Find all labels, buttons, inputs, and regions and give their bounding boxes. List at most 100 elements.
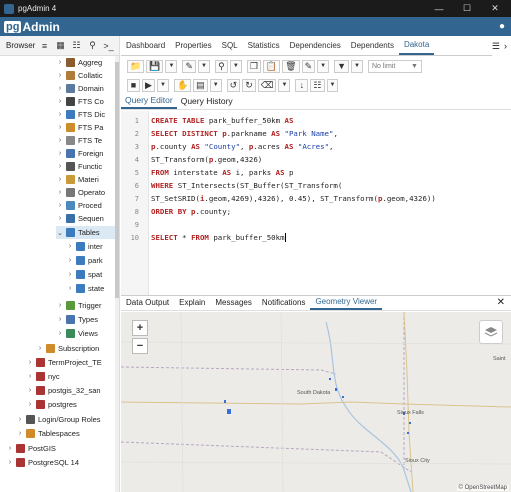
chevron-right-icon[interactable]: › — [56, 163, 64, 170]
browser-tab-label[interactable]: Browser — [0, 41, 38, 50]
geometry-map[interactable]: + − South Dakota Sioux Falls Sioux City … — [121, 312, 511, 492]
explain-analyze-icon[interactable]: ▤ — [193, 78, 208, 92]
tree-node[interactable]: › Proced — [56, 199, 102, 212]
tab-data-output[interactable]: Data Output — [121, 295, 174, 310]
chevron-right-icon[interactable]: › — [56, 137, 64, 144]
tab-statistics[interactable]: Statistics — [243, 35, 285, 55]
chevron-right-icon[interactable]: › — [56, 215, 64, 222]
tab-dependents[interactable]: Dependents — [346, 35, 399, 55]
chevron-right-icon[interactable]: › — [56, 59, 64, 66]
chevron-down-icon[interactable]: ⌄ — [56, 229, 64, 237]
clear-dropdown-icon[interactable]: ▼ — [278, 78, 291, 92]
close-icon[interactable]: ✕ — [497, 297, 505, 308]
save-icon[interactable]: 💾 — [146, 59, 164, 73]
chevron-right-icon[interactable]: › — [26, 401, 34, 408]
commit-icon[interactable]: ↺ — [226, 78, 241, 92]
paste-icon[interactable]: 📋 — [262, 59, 281, 73]
tree-node[interactable]: › postgres — [26, 398, 77, 411]
tree-node[interactable]: › FTS Pa — [56, 121, 103, 134]
tab-properties[interactable]: Properties — [170, 35, 216, 55]
chevron-right-icon[interactable]: › — [56, 85, 64, 92]
save-dropdown-icon[interactable]: ▼ — [165, 59, 178, 73]
chevron-right-icon[interactable]: › — [56, 72, 64, 79]
tree-node[interactable]: › state — [66, 282, 104, 295]
park-geometry[interactable] — [224, 400, 226, 403]
tree-node[interactable]: › PostGIS — [6, 442, 56, 455]
park-geometry[interactable] — [335, 388, 337, 391]
filter-icon[interactable]: ▼ — [334, 59, 349, 73]
chevron-right-icon[interactable]: › — [26, 373, 34, 380]
table-view-icon[interactable]: ▦ — [54, 39, 67, 52]
tree-node[interactable]: › nyc — [26, 370, 60, 383]
chevron-right-icon[interactable]: › — [56, 189, 64, 196]
edit-dropdown-icon[interactable]: ▼ — [197, 59, 210, 73]
user-menu-icon[interactable]: ● — [499, 21, 505, 32]
tree-scrollbar-thumb[interactable] — [115, 62, 119, 298]
search-icon[interactable]: ⚲ — [86, 39, 99, 52]
tree-node[interactable]: › Subscription — [36, 342, 99, 355]
row-limit-select[interactable]: No limit ▼ — [367, 59, 422, 73]
tree-node[interactable]: › FTS Te — [56, 134, 102, 147]
tabs-menu-icon[interactable]: ☰ — [492, 41, 500, 52]
tab-query-editor[interactable]: Query Editor — [121, 93, 177, 109]
chevron-right-icon[interactable]: › — [16, 430, 24, 437]
tabs-scroll-right-icon[interactable]: › — [504, 41, 507, 51]
chevron-right-icon[interactable]: › — [36, 345, 44, 352]
tab-geometry-viewer[interactable]: Geometry Viewer — [310, 295, 383, 310]
park-geometry[interactable] — [227, 409, 231, 414]
tab-messages[interactable]: Messages — [210, 295, 256, 310]
chevron-right-icon[interactable]: › — [56, 176, 64, 183]
clear-icon[interactable]: ⌫ — [257, 78, 277, 92]
edit-rows-dropdown-icon[interactable]: ▼ — [317, 59, 330, 73]
tree-node[interactable]: › Views — [56, 327, 98, 340]
tree-node[interactable]: › TermProject_TE — [26, 356, 102, 369]
tree-node[interactable]: › Collatic — [56, 69, 103, 82]
tree-node[interactable]: › Sequen — [56, 212, 104, 225]
zoom-out-button[interactable]: − — [132, 338, 148, 354]
grid-icon[interactable]: ☷ — [70, 39, 83, 52]
tab-dependencies[interactable]: Dependencies — [285, 35, 346, 55]
close-window-button[interactable]: ✕ — [481, 0, 509, 17]
tab-query-history[interactable]: Query History — [177, 93, 237, 109]
chevron-right-icon[interactable]: › — [56, 302, 64, 309]
chevron-right-icon[interactable]: › — [26, 359, 34, 366]
sql-editor[interactable]: 1 CREATE TABLE park_buffer_50km AS 2 SEL… — [121, 111, 511, 295]
find-icon[interactable]: ⚲ — [214, 59, 228, 73]
chevron-right-icon[interactable]: › — [56, 330, 64, 337]
chevron-right-icon[interactable]: › — [6, 459, 14, 466]
chevron-right-icon[interactable]: › — [16, 416, 24, 423]
tree-node[interactable]: ⌄ Tables — [56, 226, 118, 239]
explain-icon[interactable]: ✋ — [173, 78, 192, 92]
chevron-right-icon[interactable]: › — [56, 124, 64, 131]
chevron-right-icon[interactable]: › — [66, 271, 74, 278]
explain-dropdown-icon[interactable]: ▼ — [209, 78, 222, 92]
maximize-button[interactable]: ☐ — [453, 0, 481, 17]
chevron-right-icon[interactable]: › — [6, 445, 14, 452]
open-file-icon[interactable]: 📁 — [127, 59, 145, 73]
park-geometry[interactable] — [329, 378, 331, 380]
tree-node[interactable]: › Functic — [56, 160, 102, 173]
chevron-right-icon[interactable]: › — [66, 285, 74, 292]
layers-icon[interactable] — [479, 320, 503, 344]
park-geometry[interactable] — [342, 396, 344, 398]
rollback-icon[interactable]: ↻ — [242, 78, 256, 92]
map-attribution[interactable]: © OpenStreetMap — [456, 485, 509, 491]
chevron-right-icon[interactable]: › — [56, 316, 64, 323]
tab-sql[interactable]: SQL — [217, 35, 243, 55]
chevron-right-icon[interactable]: › — [66, 243, 74, 250]
chevron-right-icon[interactable]: › — [56, 111, 64, 118]
tree-node[interactable]: › postgis_32_san — [26, 384, 101, 397]
park-geometry[interactable] — [407, 432, 409, 434]
chevron-right-icon[interactable]: › — [56, 150, 64, 157]
tab-dakota[interactable]: Dakota — [398, 35, 435, 55]
tree-scrollbar[interactable] — [115, 56, 119, 492]
tree-node[interactable]: › spat — [66, 268, 102, 281]
tree-node[interactable]: › PostgreSQL 14 — [6, 456, 79, 469]
filter-dropdown-icon[interactable]: ▼ — [351, 59, 363, 73]
terminal-icon[interactable]: >_ — [102, 39, 115, 52]
zoom-in-button[interactable]: + — [132, 320, 148, 336]
tree-node[interactable]: › FTS Dic — [56, 108, 105, 121]
tab-explain[interactable]: Explain — [174, 295, 210, 310]
download-icon[interactable]: ↓ — [295, 78, 309, 92]
park-geometry[interactable] — [409, 422, 411, 424]
